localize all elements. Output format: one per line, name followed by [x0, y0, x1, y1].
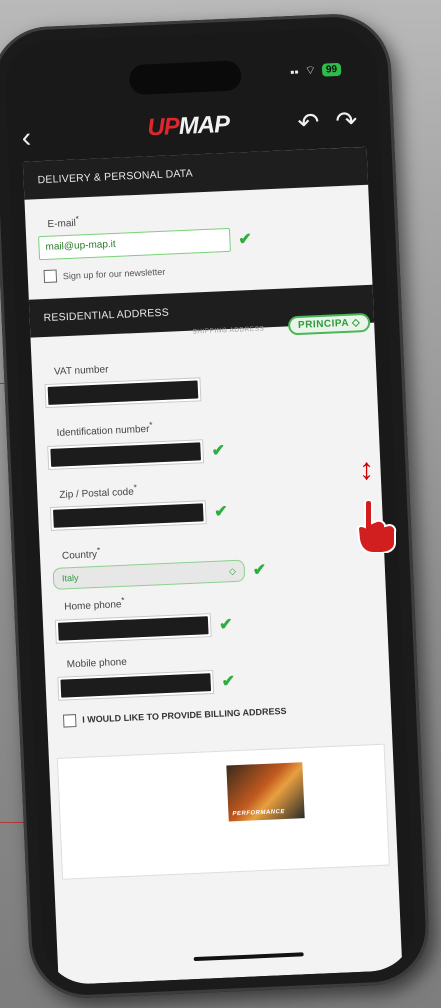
signal-icon: ▪▪: [289, 64, 300, 79]
redo-icon[interactable]: ↷: [335, 105, 358, 137]
hand-pointer-icon: [356, 499, 397, 553]
promo-caption: PERFORMANCE: [232, 808, 286, 817]
billing-label: I WOULD LIKE TO PROVIDE BILLING ADDRESS: [81, 706, 287, 725]
newsletter-checkbox[interactable]: [43, 269, 58, 284]
redacted-value: [50, 442, 201, 467]
redacted-value: [57, 615, 209, 641]
principal-address-select[interactable]: PRINCIPA ◇: [287, 313, 371, 336]
newsletter-label: Sign up for our newsletter: [62, 266, 166, 282]
residential-section-header: RESIDENTIAL ADDRESS SHIPPING ADDRESS PRI…: [28, 285, 375, 352]
valid-check-icon: ✔: [221, 672, 236, 691]
redacted-value: [47, 380, 199, 406]
home-phone-field[interactable]: [54, 612, 212, 644]
undo-icon[interactable]: ↶: [297, 107, 320, 139]
status-icons: ▪▪ ⌔ 99: [290, 62, 342, 79]
valid-check-icon: ✔: [213, 503, 229, 521]
status-bar: ▪▪ ⌔ 99: [4, 46, 377, 102]
country-select[interactable]: Italy ◇: [52, 559, 246, 591]
newsletter-row: Sign up for our newsletter: [43, 257, 360, 284]
app-logo: UPMAP: [147, 111, 230, 143]
valid-check-icon: ✔: [211, 441, 226, 460]
redacted-value: [60, 672, 212, 698]
billing-row: I WOULD LIKE TO PROVIDE BILLING ADDRESS: [62, 700, 379, 728]
email-field[interactable]: mail@up-map.it: [38, 228, 231, 261]
back-icon[interactable]: ‹: [21, 121, 32, 153]
promo-card: PERFORMANCE: [56, 743, 390, 880]
residential-form: VAT number Identification number* ✔ Zip …: [32, 353, 391, 728]
mobile-phone-field[interactable]: [57, 669, 215, 701]
billing-checkbox[interactable]: [62, 713, 77, 728]
promo-image[interactable]: PERFORMANCE: [226, 761, 305, 822]
zip-field[interactable]: [49, 500, 207, 531]
country-value: Italy: [61, 573, 79, 584]
battery-icon: 99: [321, 62, 342, 77]
wifi-icon: ⌔: [304, 62, 317, 78]
delivery-form: E-mail* mail@up-map.it ✔ Sign up for our…: [25, 201, 372, 284]
redacted-value: [53, 503, 204, 528]
valid-check-icon: ✔: [238, 231, 253, 249]
dynamic-island: [128, 60, 242, 96]
valid-check-icon: ✔: [252, 561, 267, 580]
logo-part-map: MAP: [178, 110, 230, 140]
select-arrows-icon: ◇: [228, 566, 237, 577]
scroll-arrow-icon: ↕: [359, 453, 374, 486]
tutorial-screenshot: { "statusbar": { "signal": "▪▪", "wifi":…: [0, 0, 441, 1008]
valid-check-icon: ✔: [218, 615, 233, 634]
scroll-gesture-hint: ↕: [355, 455, 415, 575]
form-content: DELIVERY & PERSONAL DATA E-mail* mail@up…: [22, 146, 403, 986]
vat-field[interactable]: [44, 377, 202, 409]
logo-part-up: UP: [146, 113, 180, 142]
id-number-field[interactable]: [47, 438, 205, 470]
